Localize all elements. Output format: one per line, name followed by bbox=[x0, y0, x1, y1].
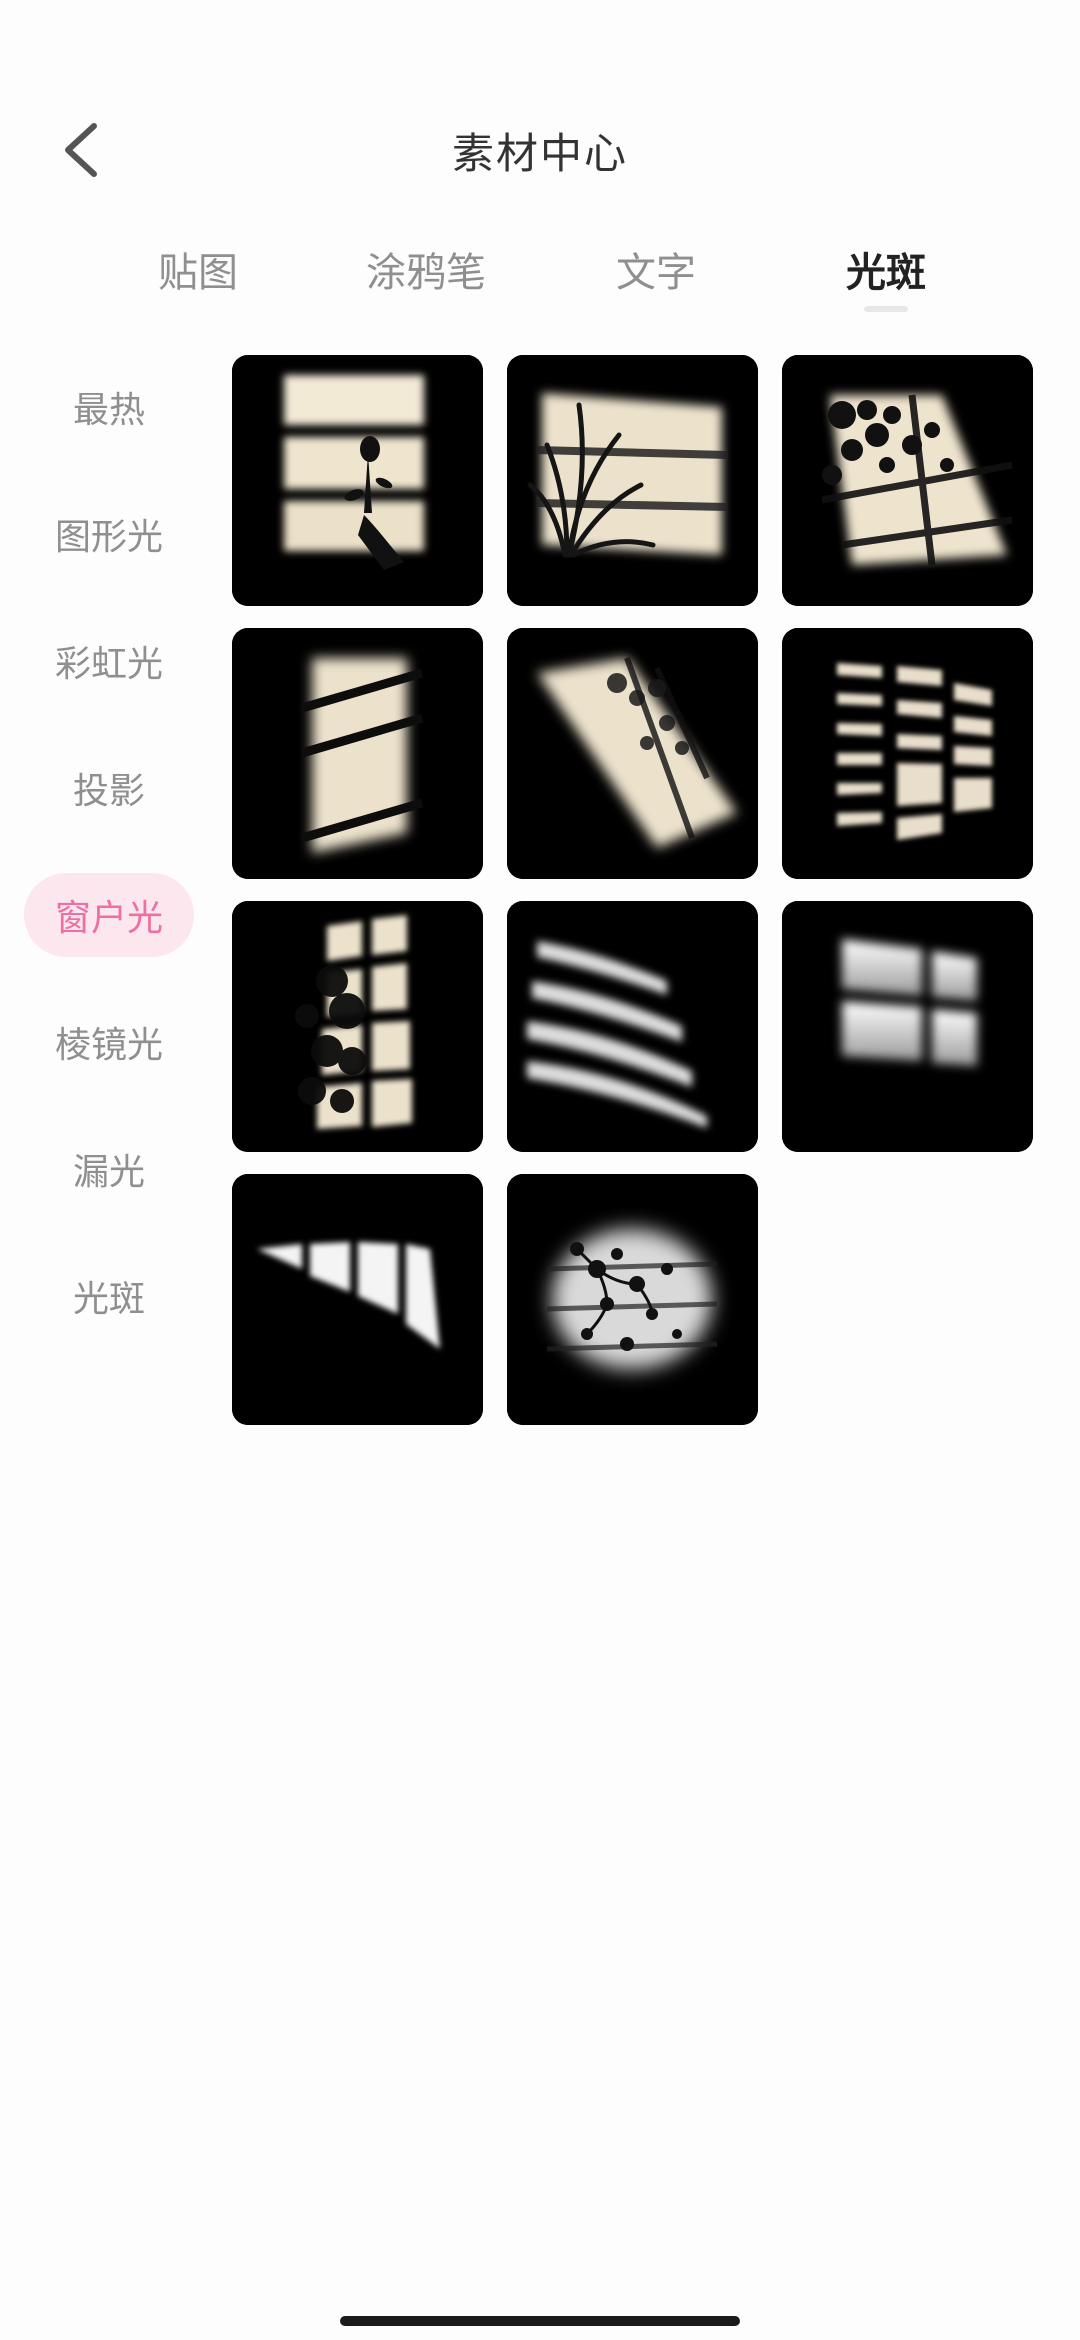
material-tile-window-leaves-slanted[interactable] bbox=[507, 628, 758, 879]
sidebar-item-prism-light[interactable]: 棱镜光 bbox=[24, 1000, 194, 1084]
sidebar: 最热 图形光 彩虹光 投影 窗户光 棱镜光 漏光 光斑 bbox=[24, 365, 194, 1381]
window-leaves-diagonal-thumbnail bbox=[782, 355, 1033, 606]
material-tile-window-panes-bright[interactable] bbox=[782, 901, 1033, 1152]
window-grid-tree-thumbnail bbox=[232, 901, 483, 1152]
window-bars-diagonal-thumbnail bbox=[232, 1174, 483, 1425]
sidebar-item-rainbow-light[interactable]: 彩虹光 bbox=[24, 619, 194, 703]
tab-doodle-pen[interactable]: 涂鸦笔 bbox=[366, 240, 486, 298]
material-tile-window-grid-tree[interactable] bbox=[232, 901, 483, 1152]
window-panes-bright-thumbnail bbox=[782, 901, 1033, 1152]
window-flowers-thumbnail bbox=[507, 1174, 758, 1425]
window-plant-thumbnail bbox=[507, 355, 758, 606]
window-blinds-thumbnail bbox=[782, 628, 1033, 879]
material-tile-window-blinds[interactable] bbox=[782, 628, 1033, 879]
sidebar-item-light-spot[interactable]: 光斑 bbox=[24, 1254, 194, 1338]
header: 素材中心 bbox=[0, 90, 1080, 210]
category-tabs: 贴图 涂鸦笔 文字 光斑 bbox=[0, 240, 1080, 320]
page-title: 素材中心 bbox=[451, 129, 628, 178]
home-indicator[interactable] bbox=[340, 2316, 740, 2326]
window-slats-vertical-thumbnail bbox=[232, 628, 483, 879]
material-center-screen: 素材中心 贴图 涂鸦笔 文字 光斑 最热 图形光 彩虹光 投影 窗户光 棱镜光 … bbox=[0, 0, 1080, 2340]
tab-text[interactable]: 文字 bbox=[616, 240, 696, 298]
material-tile-window-plant[interactable] bbox=[507, 355, 758, 606]
tab-active-indicator bbox=[864, 306, 908, 312]
sidebar-item-light-leak[interactable]: 漏光 bbox=[24, 1127, 194, 1211]
material-tile-window-flowers[interactable] bbox=[507, 1174, 758, 1425]
sidebar-item-hottest[interactable]: 最热 bbox=[24, 365, 194, 449]
material-tile-window-rose[interactable] bbox=[232, 355, 483, 606]
material-tile-window-bars-diagonal[interactable] bbox=[232, 1174, 483, 1425]
material-tile-window-slats-curved[interactable] bbox=[507, 901, 758, 1152]
window-rose-thumbnail bbox=[232, 355, 483, 606]
material-tile-window-leaves-diagonal[interactable] bbox=[782, 355, 1033, 606]
material-tile-window-slats-vertical[interactable] bbox=[232, 628, 483, 879]
tab-stickers[interactable]: 贴图 bbox=[158, 240, 238, 298]
sidebar-item-window-light[interactable]: 窗户光 bbox=[24, 873, 194, 957]
window-slats-curved-thumbnail bbox=[507, 901, 758, 1152]
window-leaves-slanted-thumbnail bbox=[507, 628, 758, 879]
material-grid bbox=[232, 355, 1033, 1425]
sidebar-item-shape-light[interactable]: 图形光 bbox=[24, 492, 194, 576]
tab-light-spot[interactable]: 光斑 bbox=[846, 240, 926, 312]
sidebar-item-projection[interactable]: 投影 bbox=[24, 746, 194, 830]
tab-light-spot-label: 光斑 bbox=[846, 250, 926, 296]
